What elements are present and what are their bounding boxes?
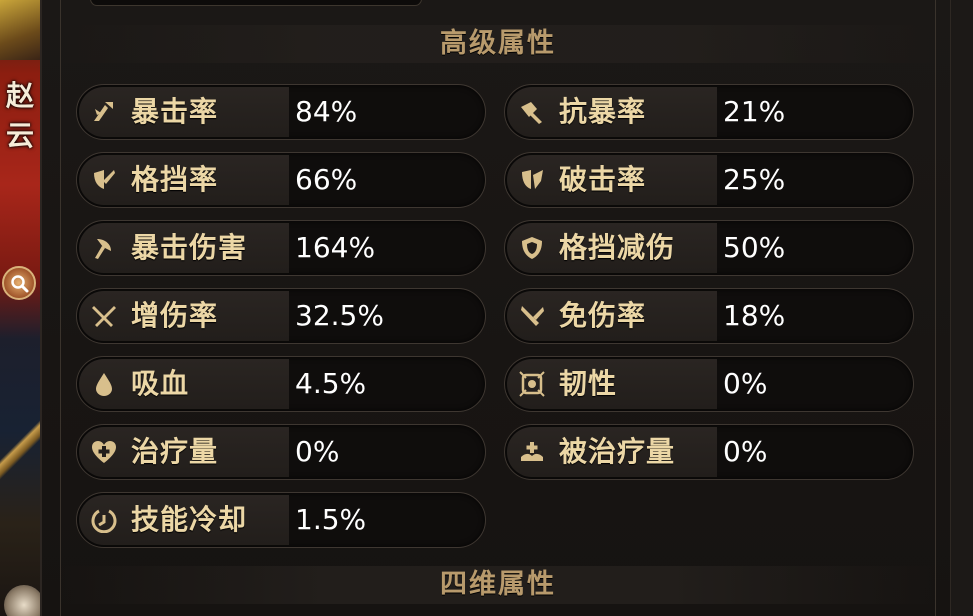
tenacity-icon [519, 371, 545, 397]
crit-sword-icon [94, 102, 113, 121]
hero-portrait-banner [0, 0, 40, 60]
stat-label: 韧性 [559, 367, 618, 400]
stat-value: 18% [723, 299, 786, 332]
break-shield-icon [522, 170, 543, 189]
stat-value: 21% [723, 95, 786, 128]
stat-value: 164% [295, 231, 376, 264]
stat-value: 25% [723, 163, 786, 196]
hero-side-strip[interactable]: 赵云 [0, 0, 40, 616]
stat-row-tenacity: 韧性 0% [504, 356, 914, 412]
stat-row-damage-boost: 增伤率 32.5% [76, 288, 486, 344]
blood-drop-icon [96, 373, 112, 396]
section-title-advanced: 高级属性 [60, 25, 936, 63]
stat-label: 免伤率 [559, 299, 647, 332]
stat-value: 50% [723, 231, 786, 264]
stat-value: 0% [295, 435, 340, 468]
stat-row-skill-cooldown: 技能冷却 1.5% [76, 492, 486, 548]
hero-emblem [4, 585, 40, 616]
cooldown-icon [91, 509, 117, 533]
stat-row-anti-crit: 抗暴率 21% [504, 84, 914, 140]
stat-row-block-reduction: 格挡减伤 50% [504, 220, 914, 276]
stat-value: 84% [295, 95, 358, 128]
stat-value: 1.5% [295, 503, 367, 536]
crossed-swords-icon [92, 306, 116, 327]
heal-heart-icon [92, 441, 116, 463]
stat-row-damage-immune: 免伤率 18% [504, 288, 914, 344]
right-scrollbar-track[interactable] [950, 0, 973, 616]
stat-row-crit-rate: 暴击率 84% [76, 84, 486, 140]
top-scroll-bar [90, 0, 422, 6]
stat-row-block-rate: 格挡率 66% [76, 152, 486, 208]
stat-value: 0% [723, 435, 768, 468]
stat-row-healing: 治疗量 0% [76, 424, 486, 480]
stat-label: 治疗量 [131, 435, 219, 468]
stat-label: 技能冷却 [131, 503, 248, 536]
axe-icon [95, 239, 111, 259]
stat-label: 吸血 [131, 367, 190, 400]
dmg-immune-icon [521, 306, 544, 326]
received-heal-icon [521, 442, 543, 461]
stat-label: 抗暴率 [559, 95, 647, 128]
stat-label: 格挡率 [131, 163, 219, 196]
stat-value: 66% [295, 163, 358, 196]
stat-value: 32.5% [295, 299, 384, 332]
stat-row-crit-damage: 暴击伤害 164% [76, 220, 486, 276]
stat-row-lifesteal: 吸血 4.5% [76, 356, 486, 412]
block-shield-icon [94, 170, 115, 189]
stat-value: 0% [723, 367, 768, 400]
stat-row-block-break: 破击率 25% [504, 152, 914, 208]
section-title-four-dim: 四维属性 [60, 566, 936, 604]
search-button[interactable] [2, 266, 36, 300]
hero-name: 赵云 [5, 79, 34, 152]
stat-label: 格挡减伤 [559, 231, 676, 264]
shield-reduction-icon [522, 237, 542, 259]
stat-label: 被治疗量 [559, 435, 676, 468]
anti-crit-icon [521, 102, 542, 124]
stat-label: 暴击伤害 [131, 231, 248, 264]
stat-row-received-healing: 被治疗量 0% [504, 424, 914, 480]
stat-label: 暴击率 [131, 95, 219, 128]
stat-label: 破击率 [559, 163, 647, 196]
stat-value: 4.5% [295, 367, 367, 400]
search-icon [11, 275, 29, 293]
stat-label: 增伤率 [131, 299, 219, 332]
hero-weapon-art [0, 420, 40, 480]
